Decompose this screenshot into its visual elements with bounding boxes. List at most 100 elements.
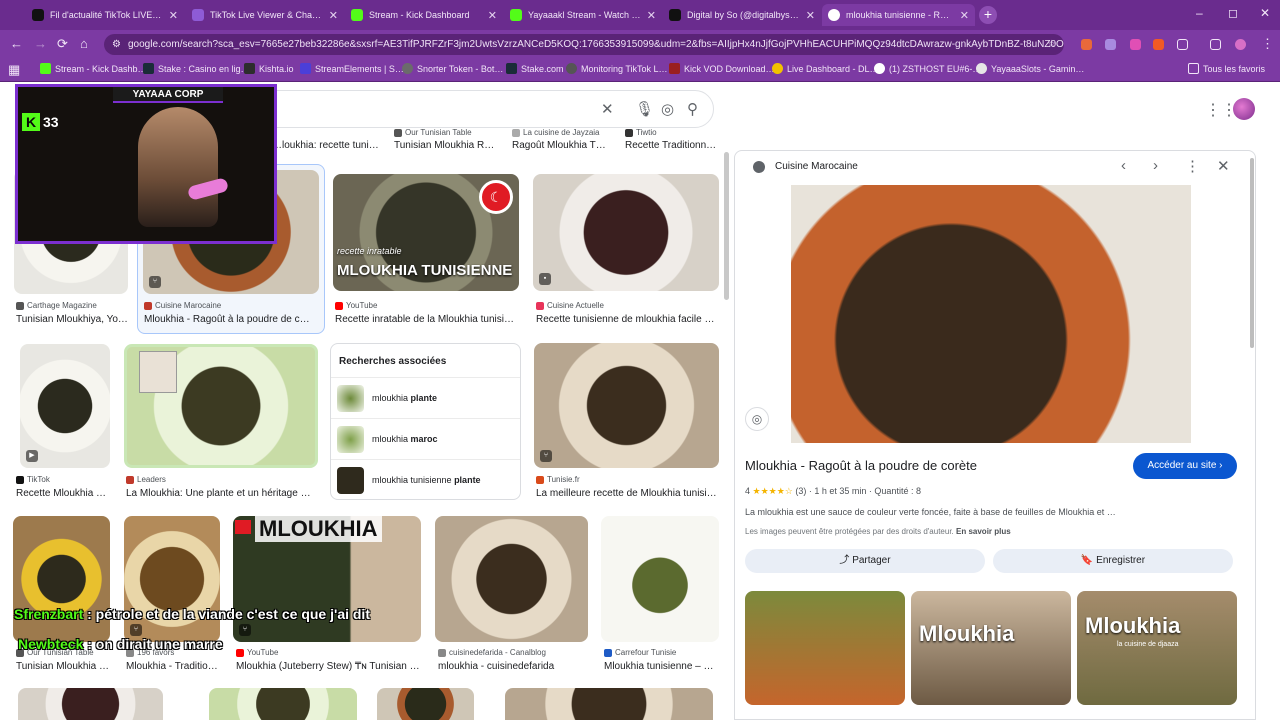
result-title[interactable]: Recette Mloukhia … — [16, 488, 112, 499]
extension-icon[interactable] — [1105, 39, 1116, 50]
result-title[interactable]: Tunisian Mloukhiya, Yo… — [16, 314, 128, 325]
related-search-item[interactable]: mloukhia plante — [331, 377, 520, 418]
result-image[interactable]: ▪ — [533, 174, 719, 291]
url-field[interactable]: ⚙ google.com/search?sca_esv=7665e27beb32… — [104, 34, 1064, 55]
result-image[interactable] — [377, 688, 474, 720]
result-image[interactable]: MLOUKHIA ⑂ — [233, 516, 421, 642]
learn-more-link[interactable]: En savoir plus — [956, 527, 1011, 536]
visit-site-button[interactable]: Accéder au site › — [1133, 453, 1237, 479]
lens-search-icon[interactable]: ◎ — [745, 407, 769, 431]
bookmark-item[interactable]: Kick VOD Download… — [669, 63, 775, 74]
bookmark-item[interactable]: Snorter Token - Bot… — [402, 63, 503, 74]
related-search-item[interactable]: mloukhia tunisienne plante — [331, 459, 520, 500]
bookmark-item[interactable]: Stake.com — [506, 63, 564, 74]
result-title[interactable]: …loukhia: recette tunisi… — [272, 140, 382, 151]
close-tab-icon[interactable]: ✕ — [329, 9, 338, 22]
close-window-button[interactable]: ✕ — [1260, 6, 1270, 20]
results-scrollbar[interactable] — [724, 152, 729, 300]
result-title[interactable]: Mloukhia tunisienne – C… — [604, 661, 718, 672]
result-title[interactable]: La Mloukhia: Une plante et un héritage c… — [126, 488, 314, 499]
tab-google-search[interactable]: mloukhia tunisienne - Recherch…✕ — [822, 4, 975, 26]
close-tab-icon[interactable]: ✕ — [806, 9, 815, 22]
apps-grid-icon[interactable]: ▦ — [8, 62, 20, 78]
result-image[interactable] — [505, 688, 713, 720]
save-button[interactable]: 🔖 Enregistrer — [993, 549, 1233, 573]
close-tab-icon[interactable]: ✕ — [488, 9, 497, 22]
maximize-button[interactable]: ◻ — [1228, 6, 1238, 20]
all-bookmarks-folder[interactable]: Tous les favoris — [1188, 63, 1265, 74]
extensions-puzzle-icon[interactable] — [1177, 39, 1188, 50]
result-title[interactable]: Tunisian Mloukhia R… — [394, 140, 504, 151]
bookmark-item[interactable]: (1) ZSTHOST EU#6-… — [874, 63, 981, 74]
result-title[interactable]: Mloukhia (Juteberry Stew) ₸ɴ Tunisian C… — [236, 661, 420, 672]
account-avatar[interactable] — [1233, 98, 1255, 120]
result-title[interactable]: Tunisian Mloukhia … — [16, 661, 110, 672]
search-icon[interactable]: ⚲ — [687, 100, 698, 118]
related-image[interactable]: Mloukhia la cuisine de djaaza — [1077, 591, 1237, 705]
bookmark-item[interactable]: Stake : Casino en lig… — [143, 63, 250, 74]
close-tab-icon[interactable]: ✕ — [647, 9, 656, 22]
lens-search-icon[interactable]: ◎ — [661, 100, 674, 118]
result-title[interactable]: mloukhia - cuisinedefarida — [438, 661, 588, 672]
extension-icon[interactable] — [1130, 39, 1141, 50]
result-image[interactable] — [435, 516, 588, 642]
tab-kick-stream[interactable]: Yayaaakl Stream - Watch Live o…✕ — [504, 4, 662, 26]
next-icon[interactable]: › — [1153, 157, 1158, 174]
result-title[interactable]: Recette inratable de la Mloukhia tunisie… — [335, 314, 517, 325]
result-title[interactable]: Recette tunisienne de mloukhia facile : … — [536, 314, 716, 325]
profile-avatar-icon[interactable] — [1235, 39, 1246, 50]
voice-search-icon[interactable]: 🎙 — [635, 100, 654, 118]
bookmark-item[interactable]: Stream - Kick Dashb… — [40, 63, 147, 74]
result-title[interactable]: Mloukhia - Traditio… — [126, 661, 220, 672]
result-image[interactable] — [18, 688, 163, 720]
result-image[interactable] — [124, 344, 318, 468]
preview-image[interactable] — [791, 185, 1191, 443]
bookmark-star-icon[interactable]: ☆ — [1047, 34, 1056, 55]
menu-dots-icon[interactable]: ⋮ — [1261, 36, 1274, 52]
extension-icon[interactable] — [1081, 39, 1092, 50]
result-image[interactable]: ▶ — [20, 344, 110, 468]
result-title[interactable]: Ragoût Mloukhia T… — [512, 140, 617, 151]
clear-search-icon[interactable]: ✕ — [601, 100, 614, 118]
previous-icon[interactable]: ‹ — [1121, 157, 1126, 174]
result-image[interactable] — [209, 688, 357, 720]
minimize-button[interactable]: – — [1196, 6, 1203, 20]
site-info-icon[interactable]: ⚙ — [112, 34, 121, 55]
reading-list-icon[interactable] — [1210, 39, 1221, 50]
close-panel-icon[interactable]: ✕ — [1217, 157, 1230, 175]
bookmark-item[interactable]: Kishta.io — [244, 63, 294, 74]
tab-tiktok-digital[interactable]: Digital by So (@digitalbyso) est…✕ — [663, 4, 821, 26]
close-tab-icon[interactable]: ✕ — [169, 9, 178, 22]
close-tab-icon[interactable]: ✕ — [960, 9, 969, 22]
preview-source[interactable]: Cuisine Marocaine — [775, 161, 858, 172]
search-input[interactable]: ✕ 🎙 ◎ ⚲ — [250, 90, 714, 128]
tab-kick-dashboard[interactable]: Stream - Kick Dashboard ✕ — [345, 4, 503, 26]
bookmark-item[interactable]: StreamElements | S… — [300, 63, 404, 74]
tab-tiktok-live[interactable]: Fil d'actualité TikTok LIVE – Po…✕ — [26, 4, 184, 26]
result-image[interactable]: ⑂ — [534, 343, 719, 468]
result-title[interactable]: La meilleure recette de Mloukhia tunisie… — [536, 488, 718, 499]
result-image[interactable] — [601, 516, 719, 642]
extension-icon[interactable] — [1153, 39, 1164, 50]
related-search-item[interactable]: mloukhia maroc — [331, 418, 520, 459]
bookmark-item[interactable]: Monitoring TikTok L… — [566, 63, 668, 74]
result-image[interactable]: recette inratable MLOUKHIA TUNISIENNE ☾ — [333, 174, 519, 291]
back-icon[interactable]: ← — [10, 36, 23, 51]
tab-tiktok-viewer[interactable]: TikTok Live Viewer & Chat Read…✕ — [186, 4, 344, 26]
result-title[interactable]: Mloukhia - Ragoût à la poudre de cor… — [144, 314, 314, 325]
related-image[interactable] — [745, 591, 905, 705]
forward-icon[interactable]: → — [34, 36, 47, 51]
result-image[interactable] — [13, 516, 110, 642]
related-image[interactable]: Mloukhia — [911, 591, 1071, 705]
home-icon[interactable]: ⌂ — [80, 36, 88, 51]
share-button[interactable]: ⤴ Partager — [745, 549, 985, 573]
new-tab-button[interactable]: + — [979, 6, 997, 24]
bookmark-item[interactable]: Live Dashboard - DL… — [772, 63, 879, 74]
reload-icon[interactable]: ⟳ — [57, 36, 68, 52]
result-title[interactable]: Recette Traditionn… — [625, 140, 720, 151]
result-image[interactable]: ⑂ — [124, 516, 220, 642]
bookmark-item[interactable]: YayaaaSlots - Gamin… — [976, 63, 1084, 74]
more-options-icon[interactable]: ⋮ — [1185, 157, 1200, 175]
preview-title[interactable]: Mloukhia - Ragoût à la poudre de corète — [745, 458, 977, 473]
panel-scrollbar[interactable] — [1250, 158, 1254, 348]
